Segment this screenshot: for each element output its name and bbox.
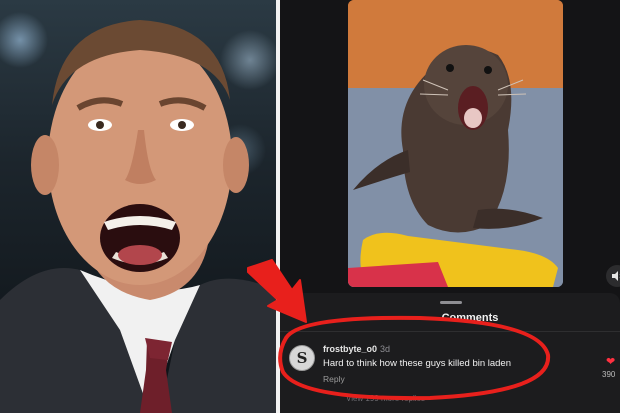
sheet-separator [280, 331, 620, 332]
heart-icon[interactable]: ❤ [606, 355, 615, 368]
comment-item: S frostbyte_o0 3d Hard to think how these… [286, 341, 616, 401]
view-replies-link[interactable]: View 199 more replies [346, 394, 425, 403]
comment-timestamp: 3d [380, 344, 391, 354]
shouting-man-photo [0, 20, 276, 413]
sea-lion-video-frame [348, 0, 563, 287]
reply-button[interactable]: Reply [323, 374, 345, 384]
sheet-drag-handle[interactable] [440, 301, 462, 304]
comment-username[interactable]: frostbyte_o0 [323, 344, 377, 354]
volume-button[interactable] [606, 265, 620, 287]
comments-sheet: Comments S frostbyte_o0 3d Hard to think … [280, 293, 620, 413]
speaker-icon [612, 271, 620, 281]
comments-title: Comments [441, 312, 499, 324]
user-avatar[interactable]: S [289, 345, 315, 371]
comment-text: Hard to think how these guys killed bin … [323, 358, 512, 369]
video-player[interactable] [348, 0, 563, 287]
comment-username-row: frostbyte_o0 3d [323, 344, 390, 354]
like-count: 390 [602, 370, 616, 379]
left-photo-panel [0, 0, 276, 413]
app-panel: Comments S frostbyte_o0 3d Hard to think … [280, 0, 620, 413]
